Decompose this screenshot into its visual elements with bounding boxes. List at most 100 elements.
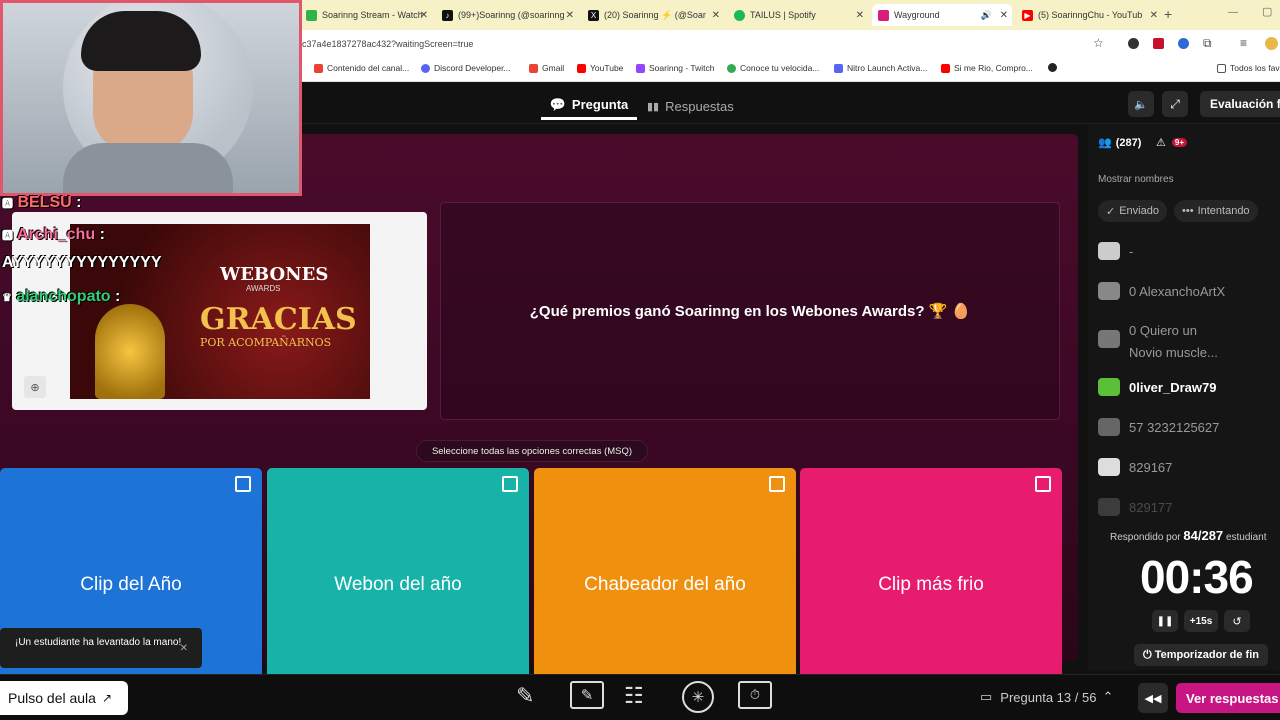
image-line1: GRACIAS (200, 302, 357, 337)
option-label: Clip del Año (80, 574, 182, 595)
bookmark[interactable]: Gmail (529, 63, 564, 73)
avatar (1098, 498, 1120, 516)
question-panel: WEBONES AWARDS GRACIAS POR ACOMPAÑARNOS … (0, 134, 1078, 702)
option-4[interactable]: Clip más frio (800, 468, 1062, 702)
badge-icon: 🅰 (2, 198, 13, 210)
browser-tab-active[interactable]: Wayground 🔊 ✕ (872, 4, 1012, 26)
star-icon[interactable]: ☆ (1093, 36, 1104, 50)
end-evaluation-button[interactable]: Evaluación fin (1200, 91, 1280, 117)
student-item[interactable]: 0liver_Draw79 (1098, 378, 1216, 396)
student-item[interactable]: 0 Quiero un Novio muscle... (1098, 320, 1218, 364)
checkbox[interactable] (769, 476, 785, 492)
trophy-graphic (95, 304, 165, 399)
x-icon: X (588, 9, 599, 21)
checkbox[interactable] (502, 476, 518, 492)
option-3[interactable]: Chabeador del año (534, 468, 796, 702)
chat-user: Archi_chu (16, 226, 96, 243)
class-pulse-button[interactable]: Pulso del aula ↗ (0, 681, 128, 715)
close-icon[interactable]: ✕ (420, 10, 428, 21)
show-names-toggle[interactable]: Mostrar nombres (1098, 174, 1174, 185)
participant-count: 👥 (287) (1098, 136, 1141, 150)
end-timer-button[interactable]: ⏻ Temporizador de fin (1134, 644, 1268, 666)
see-answers-button[interactable]: Ver respuestas (1176, 683, 1280, 713)
browser-tab[interactable]: X (20) Soarinng ⚡ (@Soar ✕ (582, 4, 724, 26)
speaker-icon[interactable]: 🔊 (981, 10, 992, 21)
reset-button[interactable]: ↺ (1224, 610, 1250, 632)
whiteboard-icon[interactable]: ✎ (570, 681, 604, 709)
browser-tab[interactable]: TAILUS | Spotify ✕ (728, 4, 868, 26)
bookmark[interactable]: Nitro Launch Activa... (834, 63, 927, 73)
students-icon[interactable]: ☷ (624, 683, 644, 709)
timer-tool-icon[interactable]: ⏱ (738, 681, 772, 709)
new-tab-button[interactable]: + (1164, 6, 1172, 22)
student-item[interactable]: 0 AlexanchoArtX (1098, 282, 1225, 300)
puzzle-icon[interactable]: ⧉ (1203, 36, 1212, 51)
browser-tab[interactable]: ▶ (5) SoarinngChu - YouTub ✕ (1016, 4, 1162, 26)
bookmark[interactable]: Soarinng - Twitch (636, 63, 715, 73)
tab-title: (20) Soarinng ⚡ (@Soar (604, 9, 706, 20)
bookmark[interactable]: Discord Developer... (421, 63, 511, 73)
chat-message: AYYYYYYYYYYYYYY (2, 254, 162, 272)
student-name: 0 Quiero un (1129, 323, 1197, 338)
volume-button[interactable]: 🔈 (1128, 91, 1154, 117)
filter-sent[interactable]: ✓ Enviado (1098, 200, 1167, 222)
option-label: Webon del año (334, 574, 462, 595)
avatar (1098, 458, 1120, 476)
close-icon[interactable]: ✕ (856, 10, 864, 21)
close-icon[interactable]: ✕ (1150, 10, 1158, 21)
close-icon[interactable]: ✕ (566, 10, 574, 21)
bookmark[interactable]: Conoce tu velocida... (727, 63, 819, 73)
twitch-icon (636, 63, 645, 73)
alerts[interactable]: ⚠ 9+ (1156, 136, 1187, 149)
tab-question[interactable]: 💬 Pregunta (541, 92, 637, 120)
bookmark-icon (314, 63, 323, 73)
filter-trying[interactable]: ••• Intentando (1174, 200, 1258, 222)
zoom-button[interactable]: ⊕ (24, 376, 46, 398)
profile-avatar[interactable] (1265, 37, 1278, 50)
option-2[interactable]: Webon del año (267, 468, 529, 702)
add-time-button[interactable]: +15s (1184, 610, 1218, 632)
browser-tab[interactable]: Soarinng Stream - Watch ✕ (300, 4, 432, 26)
youtube-icon (941, 63, 950, 73)
counter-label: Pregunta 13 / 56 (1000, 689, 1097, 705)
maximize-icon[interactable]: ▢ (1262, 5, 1272, 18)
tab-title: (99+)Soarinng (@soarinng (458, 10, 565, 20)
student-item[interactable]: 829177 (1098, 498, 1172, 516)
previous-button[interactable]: ◀◀ (1138, 683, 1168, 713)
bookmark[interactable] (1048, 63, 1061, 72)
student-item[interactable]: - (1098, 242, 1133, 260)
extension-icon[interactable] (1153, 38, 1164, 49)
queue-icon[interactable]: ≡ (1240, 36, 1247, 50)
streamer-shirt (63, 143, 233, 193)
chat-user: alanchopato (16, 288, 111, 305)
bookmark[interactable]: Contenido del canal... (314, 63, 409, 73)
chat-text: AYYYYYYYYYYYYYY (2, 254, 162, 271)
browser-tab[interactable]: ♪ (99+)Soarinng (@soarinng ✕ (436, 4, 578, 26)
extension-icon[interactable] (1178, 38, 1189, 49)
pen-tool-icon[interactable]: ✎ (516, 683, 534, 709)
bookmark[interactable]: YouTube (577, 63, 623, 73)
tab-title: Soarinng Stream - Watch (322, 10, 423, 20)
close-icon[interactable]: ✕ (1000, 10, 1008, 21)
extension-icon[interactable] (1128, 38, 1139, 49)
fullscreen-button[interactable]: ⤢ (1162, 91, 1188, 117)
spinner-wheel-icon[interactable]: ✳ (682, 681, 714, 713)
student-name: 829177 (1129, 499, 1173, 515)
bookmarks-folder[interactable]: Todos los fav (1217, 63, 1280, 73)
question-counter[interactable]: ▭ Pregunta 13 / 56 ⌃ (980, 689, 1113, 705)
alert-badge: 9+ (1171, 138, 1187, 147)
bookmark[interactable]: Si me Rio, Compro... (941, 63, 1033, 73)
student-item[interactable]: 57 3232125627 (1098, 418, 1219, 436)
minimize-icon[interactable]: — (1228, 7, 1238, 18)
checkbox[interactable] (1035, 476, 1051, 492)
close-icon[interactable]: ✕ (180, 642, 188, 655)
close-icon[interactable]: ✕ (712, 10, 720, 21)
bookmark-icon (421, 63, 430, 73)
pause-button[interactable]: ❚❚ (1152, 610, 1178, 632)
youtube-icon (577, 63, 586, 73)
url-field[interactable]: c37a4e1837278ac432?waitingScreen=true (302, 35, 1122, 53)
student-item[interactable]: 829167 (1098, 458, 1172, 476)
checkbox[interactable] (235, 476, 251, 492)
bottom-toolbar: Pulso del aula ↗ ✎ ✎ ☷ ✳ ⏱ ▭ Pregunta 13 … (0, 674, 1280, 720)
tab-answers[interactable]: ▮▮ Respuestas (647, 92, 734, 120)
